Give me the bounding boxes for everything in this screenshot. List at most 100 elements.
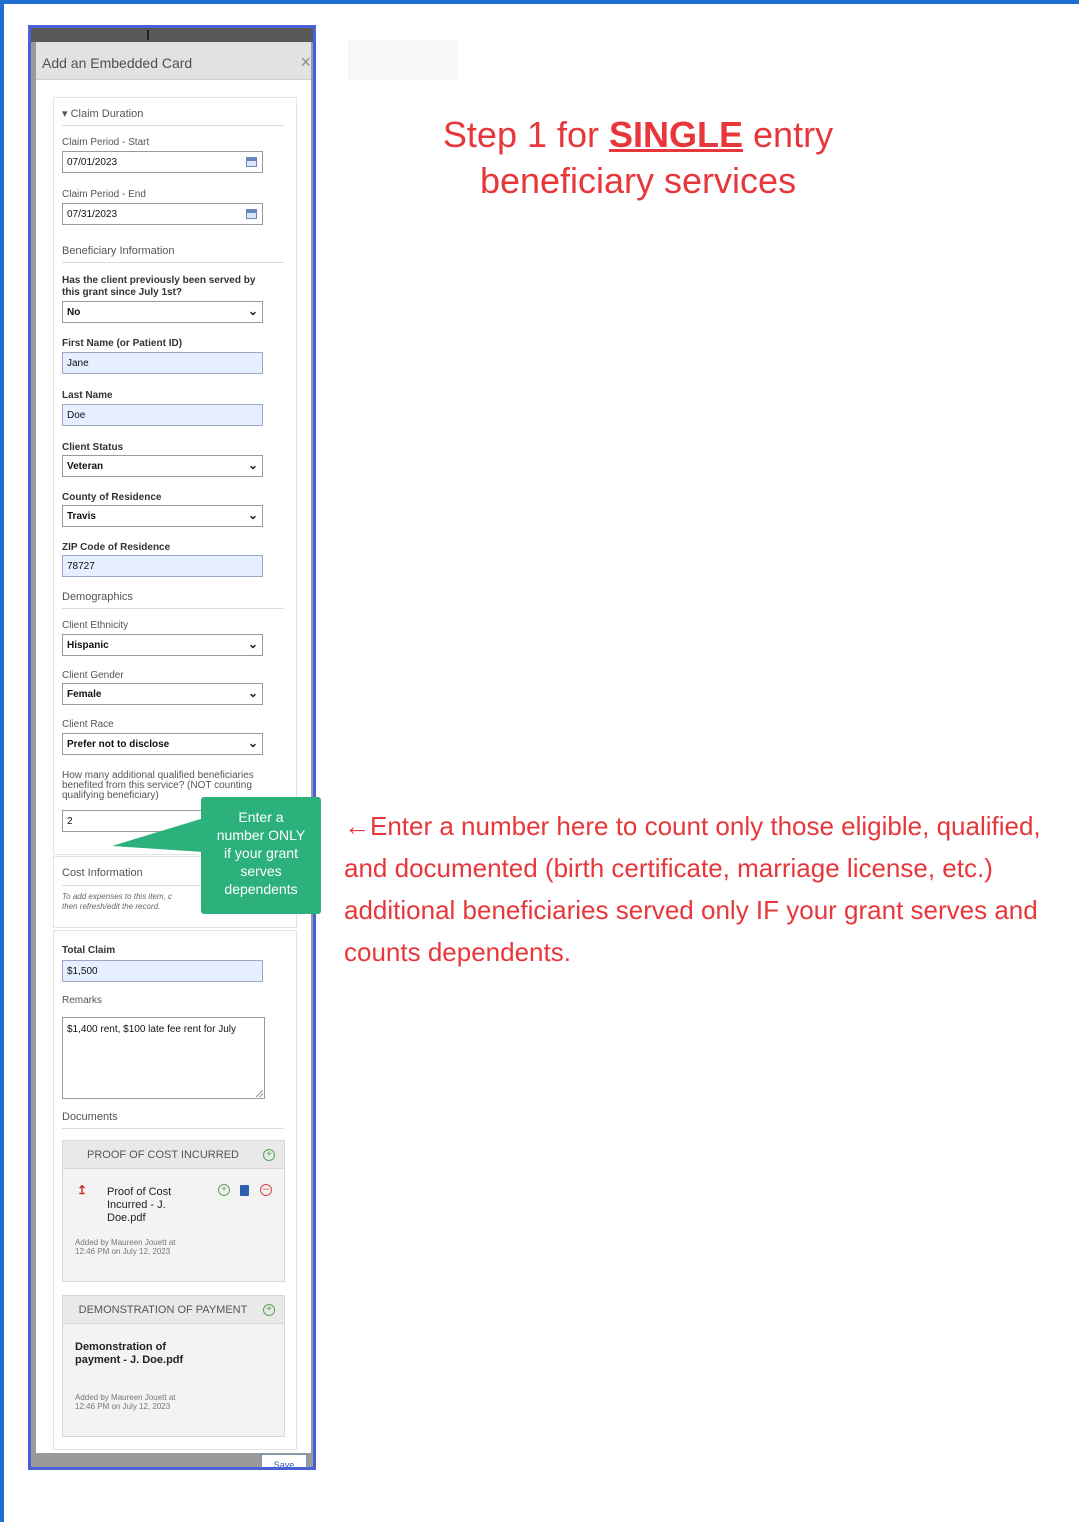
chevron-down-icon: ⌄ [247,458,258,472]
divider [62,125,284,126]
cost-info-note-line2: then refresh/edit the record. [62,902,161,911]
step-title: Step 1 for SINGLE entry beneficiary serv… [368,112,908,204]
client-status-label: Client Status [62,442,124,453]
embedded-card-dialog: Add an Embedded Card × ▾ Claim Duration … [36,42,311,1453]
race-label: Client Race [62,719,114,730]
served-value: No [67,307,81,318]
close-icon[interactable]: × [300,52,311,73]
step-emphasis: SINGLE [609,114,744,155]
panel-top-strip [31,28,313,42]
callout-line3: if your grant [224,845,298,861]
client-status-select[interactable]: Veteran ⌄ [62,455,263,477]
callout-line1: Enter a [238,809,284,825]
last-name-value: Doe [67,410,86,421]
county-select[interactable]: Travis ⌄ [62,505,263,527]
dialog-header: Add an Embedded Card × [36,42,311,80]
calendar-icon[interactable] [246,209,257,219]
save-button[interactable]: Save [261,1454,307,1467]
screen-frame-top [0,0,1079,4]
race-select[interactable]: Prefer not to disclose ⌄ [62,733,263,755]
document-file-name[interactable]: Demonstration of payment - J. Doe.pdf [75,1341,185,1367]
county-value: Travis [67,511,96,522]
pdf-file-icon: ↥ [77,1183,88,1197]
dialog-panel: Add an Embedded Card × ▾ Claim Duration … [28,25,316,1470]
cost-info-note-line1: To add expenses to this item, c [62,892,172,901]
cost-info-header: Cost Information [62,867,143,879]
demographics-header: Demographics [62,591,133,603]
step-suffix: entry [743,114,834,155]
total-claim-field[interactable]: $1,500 [62,960,263,982]
document-icon[interactable] [240,1185,249,1196]
claim-start-label: Claim Period - Start [62,137,150,148]
claim-start-field[interactable]: 07/01/2023 [62,151,263,173]
callout-bubble: Enter a number ONLY if your grant serves… [201,797,321,914]
document-meta: Added by Maureen Jouett at 12:46 PM on J… [75,1393,176,1411]
race-value: Prefer not to disclose [67,739,170,750]
callout-pointer [112,818,204,852]
add-circle-icon[interactable]: + [263,1304,275,1316]
document-meta: Added by Maureen Jouett at 12:46 PM on J… [75,1238,176,1256]
last-name-label: Last Name [62,390,113,401]
chevron-down-icon: ⌄ [247,304,258,318]
client-status-value: Veteran [67,461,104,472]
ethnicity-label: Client Ethnicity [62,620,129,631]
claim-end-label: Claim Period - End [62,189,146,200]
total-claim-label: Total Claim [62,945,116,956]
remarks-textarea[interactable]: $1,400 rent, $100 late fee rent for July [62,1017,265,1099]
claim-totals-section: Total Claim $1,500 Remarks $1,400 rent, … [53,930,297,1450]
served-question-line2: this grant since July 1st? [62,287,183,298]
callout-line2: number ONLY [216,827,306,843]
zip-value: 78727 [67,561,95,572]
remove-circle-icon[interactable]: – [260,1184,272,1196]
remarks-value: $1,400 rent, $100 late fee rent for July [67,1024,236,1035]
first-name-field[interactable]: Jane [62,352,263,374]
gender-label: Client Gender [62,670,124,681]
step-prefix: Step 1 for [442,114,610,155]
chevron-down-icon: ⌄ [247,637,258,651]
document-group-header: PROOF OF COST INCURRED + [63,1141,284,1169]
ethnicity-select[interactable]: Hispanic ⌄ [62,634,263,656]
additional-beneficiaries-value: 2 [67,816,73,827]
divider [62,1128,284,1129]
document-group-proof: PROOF OF COST INCURRED + ↥ Proof of Cost… [62,1140,285,1282]
instruction-note: ←Enter a number here to count only those… [344,811,1041,967]
step-title-line1: Step 1 for SINGLE entry [368,112,908,158]
first-name-value: Jane [67,358,89,369]
claim-start-value: 07/01/2023 [67,157,118,168]
divider [62,262,284,263]
step-title-line2: beneficiary services [479,160,797,201]
claim-form-section: ▾ Claim Duration Claim Period - Start 07… [53,97,297,855]
documents-header: Documents [62,1111,118,1123]
zip-field[interactable]: 78727 [62,555,263,577]
beneficiary-header: Beneficiary Information [62,245,175,257]
divider [62,608,284,609]
resize-handle-icon[interactable] [256,1090,263,1097]
county-label: County of Residence [62,492,162,503]
served-question-line1: Has the client previously been served by [62,275,256,286]
chevron-down-icon: ⌄ [247,508,258,522]
document-group-header: DEMONSTRATION OF PAYMENT + [63,1296,284,1324]
screen-frame-left [0,0,4,1522]
dialog-title: Add an Embedded Card [42,55,193,71]
remarks-label: Remarks [62,995,103,1006]
additional-question-line3: qualifying beneficiary) [62,790,159,801]
chevron-down-icon: ⌄ [247,736,258,750]
add-circle-icon[interactable]: + [218,1184,230,1196]
served-select[interactable]: No ⌄ [62,301,263,323]
panel-notch [147,30,149,40]
callout-line4: serves [240,863,282,879]
ethnicity-value: Hispanic [67,640,109,651]
calendar-icon[interactable] [246,157,257,167]
document-group-payment: DEMONSTRATION OF PAYMENT + Demonstration… [62,1295,285,1437]
zip-label: ZIP Code of Residence [62,542,171,553]
background-ghost [348,40,458,80]
claim-end-value: 07/31/2023 [67,209,118,220]
gender-select[interactable]: Female ⌄ [62,683,263,705]
document-group-title: DEMONSTRATION OF PAYMENT [78,1304,248,1316]
add-circle-icon[interactable]: + [263,1149,275,1161]
document-file-name[interactable]: Proof of Cost Incurred - J. Doe.pdf [107,1186,197,1225]
claim-end-field[interactable]: 07/31/2023 [62,203,263,225]
claim-duration-header[interactable]: ▾ Claim Duration [62,107,143,120]
last-name-field[interactable]: Doe [62,404,263,426]
chevron-down-icon: ⌄ [247,686,258,700]
